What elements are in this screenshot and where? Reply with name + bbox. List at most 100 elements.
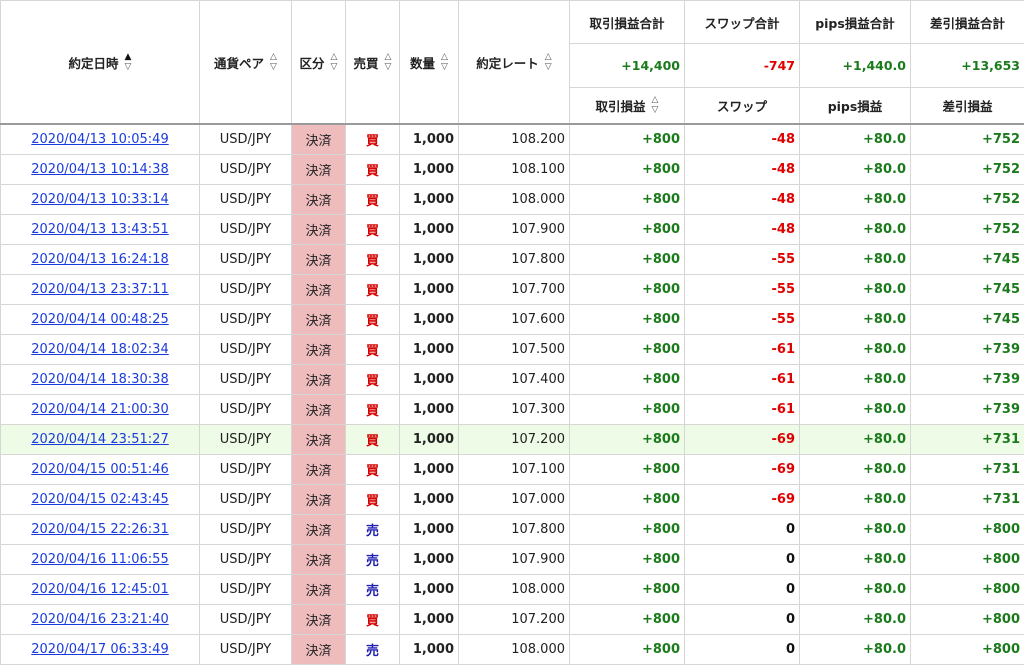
sort-arrows-icon[interactable]: △▽ [385,52,392,72]
sort-arrows-icon[interactable]: △▽ [331,52,338,72]
header-rate[interactable]: 約定レート △▽ [459,1,570,125]
trade-date-cell: 2020/04/14 00:48:25 [1,305,200,335]
trade-date-link[interactable]: 2020/04/13 23:37:11 [31,282,168,297]
trade-date-link[interactable]: 2020/04/14 18:02:34 [31,342,168,357]
table-row: 2020/04/13 10:33:14USD/JPY決済買1,000108.00… [1,185,1024,215]
table-row: 2020/04/13 10:05:49USD/JPY決済買1,000108.20… [1,124,1024,155]
sort-arrows-icon[interactable]: △▽ [545,52,552,72]
trade-date-link[interactable]: 2020/04/13 16:24:18 [31,252,168,267]
type-cell: 決済 [292,605,346,635]
type-cell: 決済 [292,635,346,665]
trade-date-cell: 2020/04/16 23:21:40 [1,605,200,635]
pips-cell: +80.0 [800,305,911,335]
pair-cell: USD/JPY [200,215,292,245]
swap-cell: -55 [685,275,800,305]
pair-cell: USD/JPY [200,485,292,515]
trade-date-link[interactable]: 2020/04/15 00:51:46 [31,462,168,477]
trade-date-link[interactable]: 2020/04/14 21:00:30 [31,402,168,417]
header-date[interactable]: 約定日時 ▲▽ [1,1,200,125]
trade-date-link[interactable]: 2020/04/16 23:21:40 [31,612,168,627]
rate-cell: 108.100 [459,155,570,185]
trade-date-cell: 2020/04/13 23:37:11 [1,275,200,305]
pips-cell: +80.0 [800,275,911,305]
table-row: 2020/04/16 12:45:01USD/JPY決済売1,000108.00… [1,575,1024,605]
pair-cell: USD/JPY [200,124,292,155]
qty-cell: 1,000 [400,605,459,635]
header-side[interactable]: 売買 △▽ [346,1,400,125]
pips-cell: +80.0 [800,124,911,155]
rate-cell: 107.500 [459,335,570,365]
trade-date-cell: 2020/04/15 22:26:31 [1,515,200,545]
pips-cell: +80.0 [800,395,911,425]
pair-cell: USD/JPY [200,455,292,485]
sort-arrows-icon[interactable]: ▲▽ [125,52,132,72]
type-cell: 決済 [292,455,346,485]
pl-cell: +800 [570,335,685,365]
sort-arrows-icon[interactable]: △▽ [270,52,277,72]
pair-cell: USD/JPY [200,395,292,425]
trade-date-cell: 2020/04/14 18:02:34 [1,335,200,365]
trade-date-link[interactable]: 2020/04/17 06:33:49 [31,642,168,657]
type-cell: 決済 [292,124,346,155]
header-pl[interactable]: 取引損益 △▽ [570,87,685,124]
swap-cell: -69 [685,425,800,455]
rate-cell: 107.300 [459,395,570,425]
trade-date-cell: 2020/04/15 00:51:46 [1,455,200,485]
qty-cell: 1,000 [400,155,459,185]
side-cell: 売 [346,635,400,665]
side-cell: 売 [346,575,400,605]
qty-cell: 1,000 [400,275,459,305]
type-cell: 決済 [292,575,346,605]
qty-cell: 1,000 [400,545,459,575]
trade-date-cell: 2020/04/13 10:33:14 [1,185,200,215]
pl-cell: +800 [570,275,685,305]
table-row: 2020/04/15 02:43:45USD/JPY決済買1,000107.00… [1,485,1024,515]
header-pips: pips損益 [800,87,911,124]
trade-date-link[interactable]: 2020/04/14 00:48:25 [31,312,168,327]
trade-date-link[interactable]: 2020/04/16 12:45:01 [31,582,168,597]
sort-arrows-icon[interactable]: △▽ [441,52,448,72]
side-cell: 買 [346,155,400,185]
rate-cell: 108.000 [459,575,570,605]
rate-cell: 107.800 [459,515,570,545]
sort-arrows-icon[interactable]: △▽ [652,95,659,115]
header-type[interactable]: 区分 △▽ [292,1,346,125]
trade-date-link[interactable]: 2020/04/15 02:43:45 [31,492,168,507]
rate-cell: 107.900 [459,545,570,575]
trade-date-link[interactable]: 2020/04/14 23:51:27 [31,432,168,447]
rate-cell: 107.100 [459,455,570,485]
pl-cell: +800 [570,545,685,575]
trade-date-cell: 2020/04/13 16:24:18 [1,245,200,275]
net-cell: +752 [911,215,1024,245]
header-pair[interactable]: 通貨ペア △▽ [200,1,292,125]
qty-cell: 1,000 [400,335,459,365]
pips-cell: +80.0 [800,485,911,515]
total-pl-cell: 取引損益合計 +14,400 [570,1,685,88]
swap-cell: -61 [685,365,800,395]
pl-cell: +800 [570,425,685,455]
pl-cell: +800 [570,515,685,545]
side-cell: 売 [346,515,400,545]
rate-cell: 108.000 [459,185,570,215]
rate-cell: 107.600 [459,305,570,335]
trade-date-link[interactable]: 2020/04/13 10:14:38 [31,162,168,177]
net-cell: +731 [911,485,1024,515]
swap-cell: -48 [685,215,800,245]
pair-cell: USD/JPY [200,305,292,335]
side-cell: 買 [346,455,400,485]
net-cell: +800 [911,635,1024,665]
pips-cell: +80.0 [800,425,911,455]
total-swap-value: -747 [685,44,799,87]
trade-date-link[interactable]: 2020/04/15 22:26:31 [31,522,168,537]
pair-cell: USD/JPY [200,155,292,185]
trade-date-link[interactable]: 2020/04/16 11:06:55 [31,552,168,567]
trade-date-link[interactable]: 2020/04/13 10:05:49 [31,132,168,147]
trade-date-link[interactable]: 2020/04/13 10:33:14 [31,192,168,207]
type-cell: 決済 [292,305,346,335]
pl-cell: +800 [570,155,685,185]
trade-date-link[interactable]: 2020/04/13 13:43:51 [31,222,168,237]
pips-cell: +80.0 [800,515,911,545]
type-cell: 決済 [292,275,346,305]
header-qty[interactable]: 数量 △▽ [400,1,459,125]
trade-date-link[interactable]: 2020/04/14 18:30:38 [31,372,168,387]
